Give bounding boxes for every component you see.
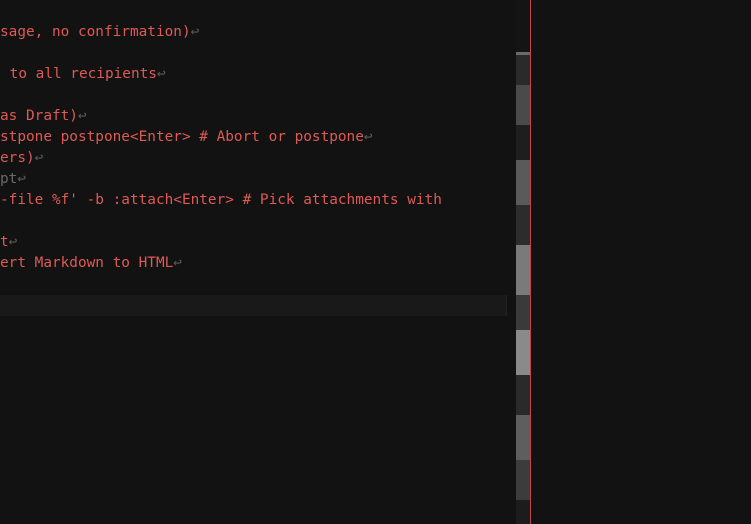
- eol-icon: ↩: [363, 129, 373, 145]
- right-pane[interactable]: [531, 0, 751, 524]
- line-12-text: ert Markdown to HTML: [0, 255, 174, 271]
- line-5-text: as Draft): [0, 108, 78, 124]
- line-5: as Draft)↩: [0, 106, 87, 127]
- line-7-text: ers): [0, 150, 35, 166]
- line-7: ers)↩: [0, 148, 43, 169]
- eol-icon: ↩: [190, 24, 200, 40]
- eol-icon: ↩: [156, 66, 166, 82]
- eol-icon: ↩: [8, 234, 18, 250]
- line-8-text: pt: [0, 171, 18, 187]
- eol-icon: ↩: [34, 150, 44, 166]
- line-12: ert Markdown to HTML↩: [0, 253, 182, 274]
- eol-icon: ↩: [17, 171, 26, 187]
- eol-icon: ↩: [77, 108, 87, 124]
- line-3: to all recipients↩: [1, 64, 166, 85]
- line-6-text: stpone postpone<Enter> # Abort or postpo…: [0, 129, 364, 145]
- line-1: sage, no confirmation)↩: [0, 22, 199, 43]
- line-1-text: sage, no confirmation): [0, 24, 191, 40]
- line-11-text: t: [0, 234, 9, 250]
- background-image-strip: [516, 0, 530, 524]
- cursor-line-edge: [506, 295, 507, 316]
- line-9-text: -file %f' -b :attach<Enter> # Pick attac…: [0, 192, 442, 208]
- editor-pane[interactable]: sage, no confirmation)↩ to all recipient…: [0, 0, 516, 524]
- line-3-text: to all recipients: [1, 66, 157, 82]
- line-11: t↩: [0, 232, 17, 253]
- line-6: stpone postpone<Enter> # Abort or postpo…: [0, 127, 373, 148]
- cursor-line: [0, 295, 507, 316]
- eol-icon: ↩: [173, 255, 182, 271]
- line-9: -file %f' -b :attach<Enter> # Pick attac…: [0, 190, 442, 211]
- line-8: pt↩: [0, 169, 26, 190]
